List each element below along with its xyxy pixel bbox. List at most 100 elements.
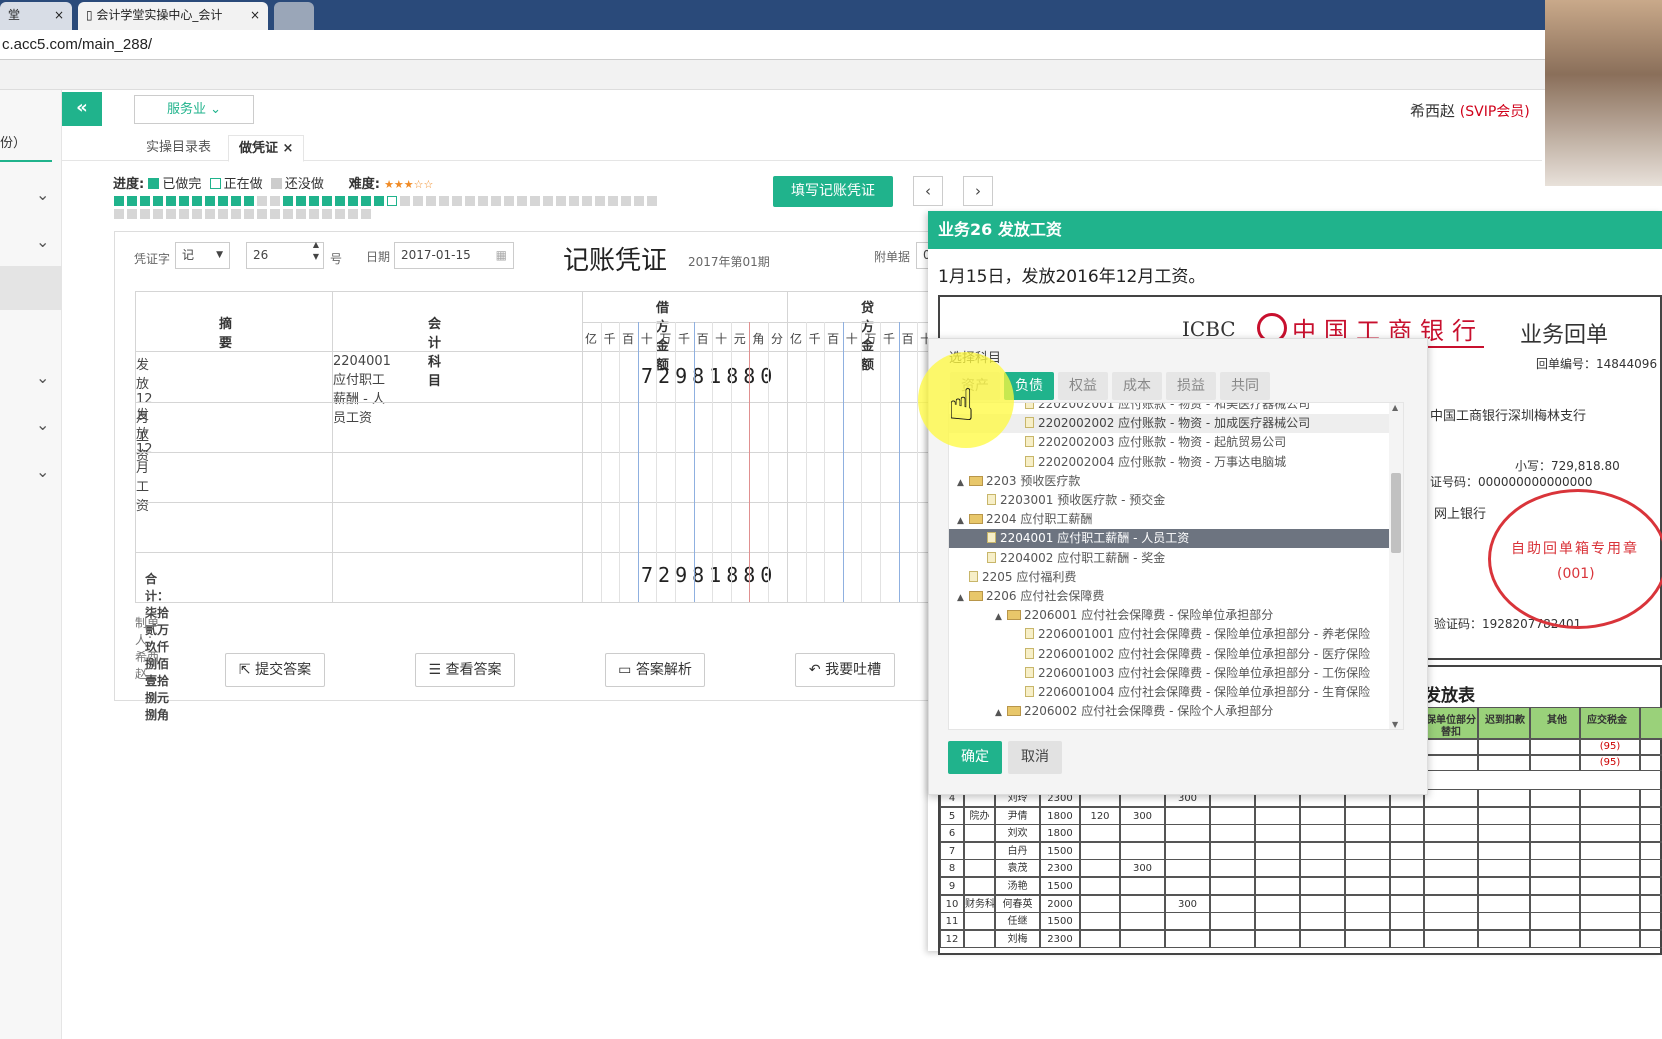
progress-cell[interactable]	[361, 209, 371, 219]
calendar-icon[interactable]: ▦	[496, 243, 507, 268]
progress-cell[interactable]	[231, 196, 241, 206]
progress-cell[interactable]	[244, 196, 254, 206]
tab-cost[interactable]: 成本	[1112, 372, 1162, 400]
next-button[interactable]: ›	[963, 176, 993, 206]
progress-cell[interactable]	[530, 196, 540, 206]
prev-button[interactable]: ‹	[913, 176, 943, 206]
progress-cell[interactable]	[595, 196, 605, 206]
progress-cell[interactable]	[283, 209, 293, 219]
submit-answer-button[interactable]: ⇱ 提交答案	[225, 653, 325, 687]
progress-cell[interactable]	[504, 196, 514, 206]
progress-cell[interactable]	[283, 196, 293, 206]
progress-cell[interactable]	[439, 196, 449, 206]
progress-cell[interactable]	[140, 209, 150, 219]
view-answer-button[interactable]: ☰ 查看答案	[415, 653, 515, 687]
progress-cell[interactable]	[335, 209, 345, 219]
tree-node[interactable]: ▲ 2203 预收医疗款	[949, 472, 1389, 491]
tree-node[interactable]: 2202002002 应付账款 - 物资 - 加成医疗器械公司	[949, 414, 1389, 434]
progress-cell[interactable]	[153, 196, 163, 206]
chevron-down-icon[interactable]: ⌄	[36, 415, 49, 434]
progress-cell[interactable]	[218, 196, 228, 206]
close-icon[interactable]: ×	[250, 2, 260, 28]
scrollbar-thumb[interactable]	[1391, 473, 1401, 553]
expand-triangle-icon[interactable]: ▲	[995, 704, 1007, 723]
voucher-word-select[interactable]: 记 ▼	[175, 242, 230, 269]
address-bar[interactable]: c.acc5.com/main_288/	[0, 30, 1662, 60]
progress-cell[interactable]	[192, 196, 202, 206]
progress-cell[interactable]	[400, 196, 410, 206]
tree-node[interactable]: 2204001 应付职工薪酬 - 人员工资	[949, 529, 1389, 549]
tree-node[interactable]: ▲ 2206 应付社会保障费	[949, 587, 1389, 606]
row-debit-amount[interactable]: 72981880	[641, 364, 777, 388]
progress-cell[interactable]	[309, 196, 319, 206]
progress-cell[interactable]	[647, 196, 657, 206]
tab-catalog[interactable]: 实操目录表	[136, 135, 221, 162]
progress-cell[interactable]	[322, 209, 332, 219]
progress-cell[interactable]	[426, 196, 436, 206]
progress-cell[interactable]	[374, 196, 384, 206]
progress-cell[interactable]	[296, 196, 306, 206]
progress-cell[interactable]	[127, 209, 137, 219]
chevron-down-icon[interactable]: ⌄	[36, 185, 49, 204]
new-tab-button[interactable]	[274, 2, 314, 30]
browser-tab[interactable]: 堂 ×	[0, 2, 72, 30]
progress-cell[interactable]	[218, 209, 228, 219]
service-dropdown[interactable]: 服务业 ⌄	[134, 95, 254, 124]
tree-node[interactable]: ▲ 2206001 应付社会保障费 - 保险单位承担部分	[949, 606, 1389, 625]
tree-node[interactable]: ▲ 2204 应付职工薪酬	[949, 510, 1389, 529]
progress-cell[interactable]	[205, 196, 215, 206]
progress-cell[interactable]	[517, 196, 527, 206]
progress-cell[interactable]	[556, 196, 566, 206]
tab-common[interactable]: 共同	[1220, 372, 1270, 400]
progress-cell[interactable]	[491, 196, 501, 206]
progress-cell[interactable]	[166, 196, 176, 206]
progress-cell[interactable]	[335, 196, 345, 206]
progress-cell[interactable]	[348, 209, 358, 219]
progress-cell[interactable]	[621, 196, 631, 206]
tree-node[interactable]: 2202002001 应付账款 - 物资 - 和美医疗器械公司	[949, 403, 1389, 414]
expand-triangle-icon[interactable]: ▲	[957, 474, 969, 493]
progress-cell[interactable]	[192, 209, 202, 219]
tab-equity[interactable]: 权益	[1058, 372, 1108, 400]
close-icon[interactable]: ×	[54, 2, 64, 28]
progress-cell[interactable]	[634, 196, 644, 206]
tree-node[interactable]: 2202002003 应付账款 - 物资 - 起航贸易公司	[949, 433, 1389, 452]
tab-voucher[interactable]: 做凭证 ×	[228, 135, 305, 162]
tree-node[interactable]: 2206001004 应付社会保障费 - 保险单位承担部分 - 生育保险	[949, 683, 1389, 702]
tree-node[interactable]: 2203001 预收医疗款 - 预交金	[949, 491, 1389, 510]
progress-cell[interactable]	[244, 209, 254, 219]
progress-cell[interactable]	[413, 196, 423, 206]
progress-cell[interactable]	[296, 209, 306, 219]
feedback-button[interactable]: ↶ 我要吐槽	[795, 653, 895, 687]
tree-node[interactable]: 2204002 应付职工薪酬 - 奖金	[949, 549, 1389, 568]
chevron-down-icon[interactable]: ⌄	[36, 232, 49, 251]
expand-triangle-icon[interactable]: ▲	[957, 512, 969, 531]
tree-node[interactable]: 2202002004 应付账款 - 物资 - 万事达电脑城	[949, 453, 1389, 472]
expand-triangle-icon[interactable]: ▲	[995, 608, 1007, 627]
scroll-down-icon[interactable]: ▼	[1392, 720, 1398, 729]
progress-cell[interactable]	[127, 196, 137, 206]
progress-cell[interactable]	[205, 209, 215, 219]
progress-cell[interactable]	[361, 196, 371, 206]
progress-cell[interactable]	[153, 209, 163, 219]
progress-cell[interactable]	[569, 196, 579, 206]
tree-node[interactable]: 2205 应付福利费	[949, 568, 1389, 587]
tree-node[interactable]: ▲ 2206002 应付社会保障费 - 保险个人承担部分	[949, 702, 1389, 721]
collapse-sidebar-button[interactable]: «	[62, 92, 102, 126]
progress-cell[interactable]	[543, 196, 553, 206]
answer-analysis-button[interactable]: ▭ 答案解析	[605, 653, 705, 687]
progress-cell[interactable]	[452, 196, 462, 206]
tree-scrollbar[interactable]: ▲ ▼	[1389, 403, 1403, 729]
progress-cell[interactable]	[179, 196, 189, 206]
browser-tab-active[interactable]: ▯ 会计学堂实操中心_会计 ×	[78, 2, 268, 30]
progress-cell[interactable]	[114, 209, 124, 219]
progress-cell[interactable]	[608, 196, 618, 206]
tree-node[interactable]: 2206001002 应付社会保障费 - 保险单位承担部分 - 医疗保险	[949, 645, 1389, 664]
progress-cell[interactable]	[166, 209, 176, 219]
progress-cell[interactable]	[257, 196, 267, 206]
subject-tree[interactable]: ▲ ▼ 2202002001 应付账款 - 物资 - 和美医疗器械公司 22020…	[948, 402, 1404, 730]
tab-profit-loss[interactable]: 损益	[1166, 372, 1216, 400]
progress-cell[interactable]	[231, 209, 241, 219]
voucher-number-stepper[interactable]: 26 ▲ ▼	[246, 240, 324, 269]
progress-cell[interactable]	[478, 196, 488, 206]
